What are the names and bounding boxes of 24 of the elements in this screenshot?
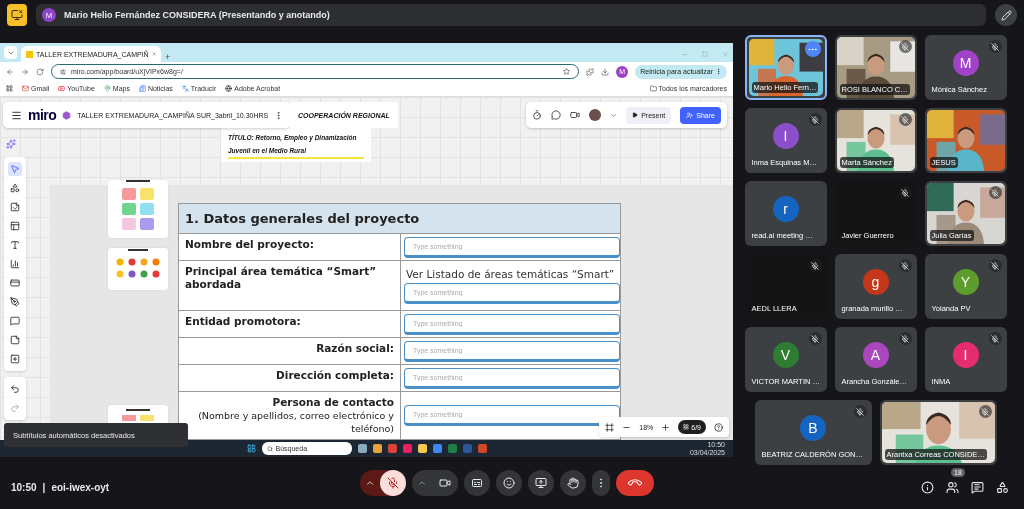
participant-avatar: Y [952,268,979,295]
participant-avatar: V [772,341,799,368]
field-label: Dirección completa: [276,369,394,382]
meeting-time: 10:50 [11,481,37,493]
field-label: Entidad promotora: [185,315,301,328]
table-heading: 1. Datos generales del proyecto [179,204,620,234]
participant-avatar: r [772,195,799,222]
field-hint: Ver Listado de áreas temáticas “Smart” [405,267,616,280]
participant-avatar: g [862,268,889,295]
field-note: (Nombre y apellidos, correo electrónico y teléfono) [197,409,394,435]
field-label: Principal área temática “Smart” abordada [185,265,378,291]
field-label: Nombre del proyecto: [185,238,314,251]
new-tab-button[interactable]: + [165,52,171,62]
miro-logo: miro [28,107,57,123]
field-label: Persona de contacto [272,396,394,409]
participant-avatar: M [952,49,979,76]
participant-avatar: A [862,341,889,368]
participant-avatar: B [800,414,826,441]
separator: | [42,481,46,493]
participant-avatar: I [772,122,799,149]
presenter-status: Mario Helio Fernández CONSIDERA (Presentando y anotando) [64,10,330,20]
field-label: Razón social: [316,342,394,355]
participant-avatar: I [952,341,979,368]
meeting-code: eoi-iwex-oyt [51,481,110,493]
